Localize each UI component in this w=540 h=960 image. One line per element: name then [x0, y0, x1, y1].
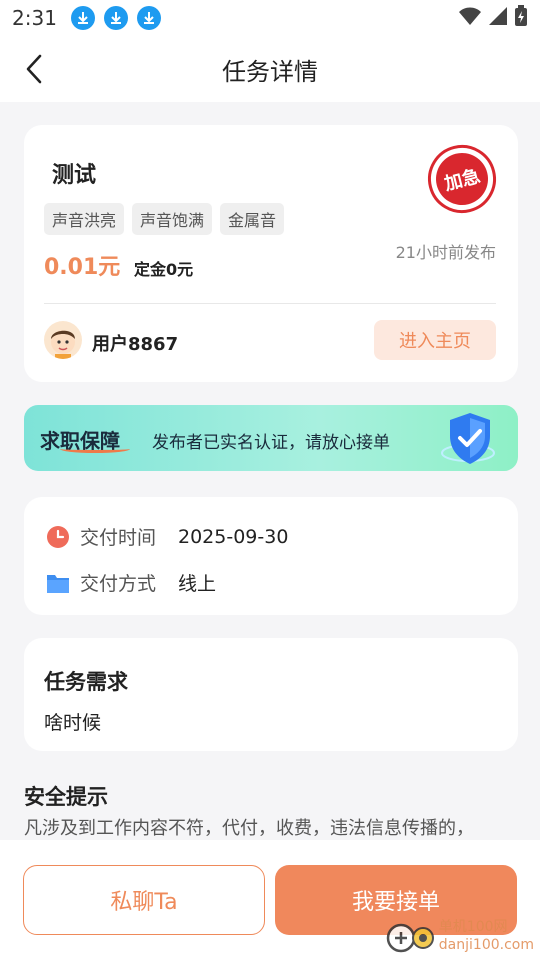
page-title: 任务详情	[222, 57, 318, 86]
status-time: 2:31	[12, 6, 57, 30]
watermark: 单机100网 danji100.com	[385, 918, 534, 954]
banner-underline-decoration	[60, 445, 130, 453]
battery-icon	[514, 5, 528, 31]
shield-check-icon	[441, 413, 495, 464]
requirement-text: 啥时候	[44, 712, 102, 734]
tag: 声音饱满	[132, 203, 213, 235]
avatar[interactable]	[44, 321, 82, 359]
safety-text: 凡涉及到工作内容不符，代付，收费，违法信息传播的，	[24, 818, 474, 839]
back-button[interactable]	[20, 52, 48, 86]
tag: 声音洪亮	[44, 203, 125, 235]
wifi-icon	[458, 6, 482, 30]
watermark-line1: 单机100网	[438, 919, 508, 935]
requirement-title: 任务需求	[44, 670, 128, 694]
delivery-time-label: 交付时间	[80, 527, 157, 549]
divider	[44, 303, 496, 304]
safety-title: 安全提示	[24, 785, 108, 809]
task-price: 0.01元	[44, 255, 121, 280]
folder-icon	[47, 574, 69, 593]
status-bar: 2:31	[0, 0, 540, 36]
back-arrow-icon	[26, 54, 42, 84]
download-icon	[136, 6, 161, 30]
posted-time: 21小时前发布	[395, 243, 496, 262]
delivery-time-row: 交付时间 2025-09-30	[46, 523, 288, 550]
clock-icon	[47, 525, 69, 548]
guarantee-banner[interactable]: 求职保障 发布者已实名认证，请放心接单	[24, 405, 518, 471]
urgent-stamp-icon: 加急	[420, 137, 504, 221]
delivery-method-value: 线上	[178, 573, 217, 595]
tag-list: 声音洪亮 声音饱满 金属音	[44, 203, 285, 235]
delivery-method-label: 交付方式	[80, 573, 157, 595]
bottom-action-bar: 私聊Ta 我要接单 单机100网 danji100.com	[0, 840, 540, 960]
tag: 金属音	[220, 203, 285, 235]
task-deposit: 定金0元	[134, 260, 194, 279]
avatar-face-icon	[51, 330, 75, 359]
task-card: 测试 声音洪亮 声音饱满 金属音 加急 0.01元 定金0元 21小时前发布 用…	[24, 125, 518, 382]
delivery-method-row: 交付方式 线上	[46, 569, 216, 596]
watermark-line2: danji100.com	[438, 937, 534, 953]
banner-text: 发布者已实名认证，请放心接单	[152, 433, 390, 453]
download-icon	[70, 6, 95, 30]
task-title: 测试	[52, 163, 97, 188]
delivery-time-value: 2025-09-30	[178, 525, 289, 548]
delivery-card: 交付时间 2025-09-30 交付方式 线上	[24, 497, 518, 615]
user-name: 用户8867	[92, 334, 179, 355]
download-icon	[103, 6, 128, 30]
private-chat-button[interactable]: 私聊Ta	[23, 865, 265, 935]
watermark-logo-icon	[386, 923, 434, 953]
enter-homepage-button[interactable]: 进入主页	[374, 320, 496, 360]
requirement-card: 任务需求 啥时候	[24, 638, 518, 751]
urgent-stamp-label: 加急	[430, 147, 494, 211]
signal-icon	[488, 6, 508, 30]
nav-bar: 任务详情	[0, 36, 540, 102]
